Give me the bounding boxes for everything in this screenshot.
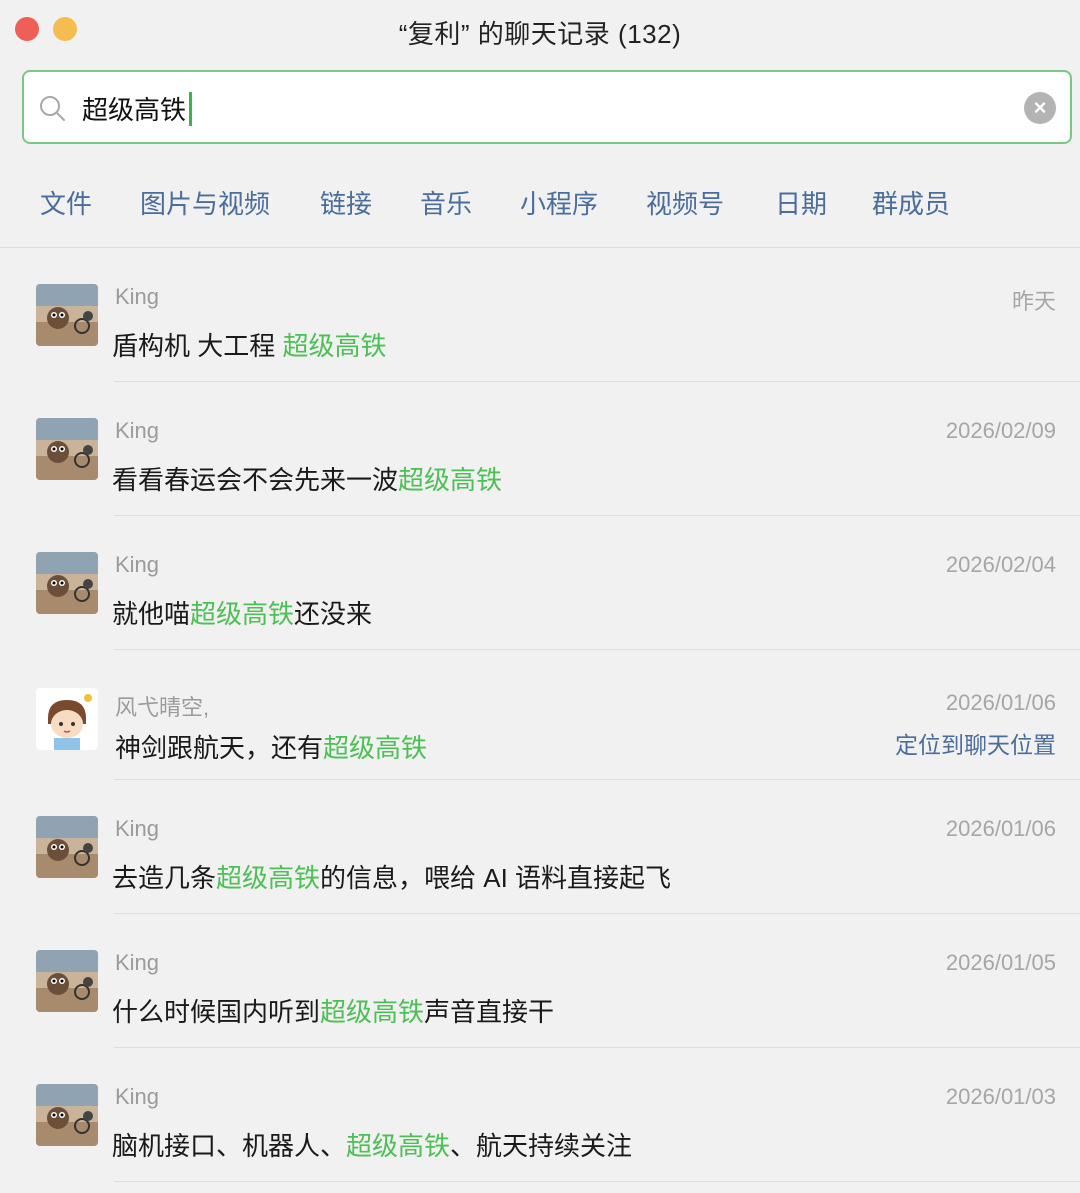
result-item[interactable]: King 2026/02/04 就他喵超级高铁还没来 (0, 516, 1080, 650)
filter-links[interactable]: 链接 (320, 184, 372, 221)
sender-name: King (115, 418, 160, 443)
avatar (36, 816, 98, 878)
result-item[interactable]: King 2026/01/05 什么时候国内听到超级高铁声音直接干 (0, 914, 1080, 1048)
avatar (36, 284, 98, 346)
filter-tabs: 文件 图片与视频 链接 音乐 小程序 视频号 日期 群成员 (0, 172, 1080, 232)
search-match: 超级高铁 (398, 465, 503, 495)
message-text: 去造几条超级高铁的信息，喂给 AI 语料直接起飞 (112, 863, 672, 893)
window-title: “复利” 的聊天记录 (132) (398, 19, 682, 49)
message-date: 2026/01/06 (945, 690, 1056, 715)
filter-channels[interactable]: 视频号 (646, 184, 724, 221)
message-text: 就他喵超级高铁还没来 (112, 599, 373, 629)
search-input[interactable] (82, 82, 982, 134)
search-match: 超级高铁 (346, 1131, 451, 1161)
search-match: 超级高铁 (323, 733, 428, 763)
avatar (36, 418, 98, 480)
sender-name: King (115, 816, 160, 841)
filter-mini-programs[interactable]: 小程序 (520, 184, 598, 221)
result-item[interactable]: King 2026/01/06 去造几条超级高铁的信息，喂给 AI 语料直接起飞 (0, 780, 1080, 914)
message-text: 脑机接口、机器人、超级高铁、航天持续关注 (112, 1131, 633, 1161)
locate-in-chat-link[interactable]: 定位到聊天位置 (895, 726, 1056, 760)
message-date: 2026/02/09 (945, 418, 1056, 443)
result-item[interactable]: King 昨天 盾构机 大工程 超级高铁 (0, 248, 1080, 382)
filter-group-members[interactable]: 群成员 (872, 184, 950, 221)
avatar (36, 688, 98, 750)
sender-name: King (115, 552, 160, 577)
search-results-list: King 昨天 盾构机 大工程 超级高铁 King 2026/02/09 看看春… (0, 248, 1080, 1182)
message-date: 昨天 (1011, 289, 1056, 314)
message-text: 看看春运会不会先来一波超级高铁 (112, 465, 503, 495)
sender-name: 风弋晴空, (115, 695, 210, 720)
search-match: 超级高铁 (320, 997, 425, 1027)
message-date: 2026/01/06 (945, 816, 1056, 841)
filter-music[interactable]: 音乐 (420, 184, 472, 221)
result-item[interactable]: King 2026/01/03 脑机接口、机器人、超级高铁、航天持续关注 (0, 1048, 1080, 1182)
filter-images-videos[interactable]: 图片与视频 (140, 184, 270, 221)
divider (114, 1181, 1080, 1182)
filter-date[interactable]: 日期 (775, 184, 827, 221)
result-item[interactable]: King 2026/02/09 看看春运会不会先来一波超级高铁 (0, 382, 1080, 516)
search-match: 超级高铁 (282, 331, 387, 361)
avatar (36, 950, 98, 1012)
clear-search-icon[interactable]: × (1024, 92, 1056, 124)
message-text: 什么时候国内听到超级高铁声音直接干 (112, 997, 555, 1027)
message-text: 神剑跟航天，还有超级高铁 (115, 733, 428, 763)
result-item[interactable]: 风弋晴空, 2026/01/06 神剑跟航天，还有超级高铁 定位到聊天位置 (0, 650, 1080, 780)
message-date: 2026/02/04 (945, 552, 1056, 577)
sender-name: King (115, 284, 160, 309)
avatar (36, 552, 98, 614)
sender-name: King (115, 1084, 160, 1109)
avatar (36, 1084, 98, 1146)
search-match: 超级高铁 (216, 863, 321, 893)
search-icon (40, 96, 65, 121)
message-text: 盾构机 大工程 超级高铁 (112, 331, 387, 361)
title-bar: “复利” 的聊天记录 (132) (0, 0, 1080, 62)
search-box[interactable]: × (22, 70, 1072, 144)
text-caret (189, 92, 192, 126)
search-match: 超级高铁 (190, 599, 295, 629)
message-date: 2026/01/03 (945, 1084, 1056, 1109)
sender-name: King (115, 950, 160, 975)
filter-files[interactable]: 文件 (40, 184, 92, 221)
message-date: 2026/01/05 (945, 950, 1056, 975)
